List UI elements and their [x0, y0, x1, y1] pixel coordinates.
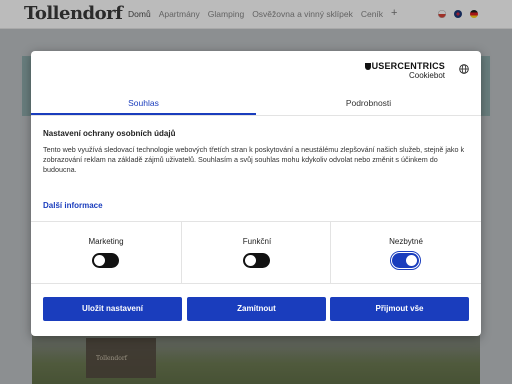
- globe-icon[interactable]: [459, 64, 469, 74]
- category-label: Nezbytné: [389, 237, 423, 246]
- brand-subtitle: Cookiebot: [408, 71, 445, 80]
- usercentrics-shield-icon: [364, 63, 371, 70]
- reject-button[interactable]: Zamítnout: [187, 297, 326, 321]
- privacy-description: Tento web využívá sledovací technologie …: [43, 145, 465, 174]
- toggle-knob: [245, 255, 256, 266]
- category-label: Marketing: [88, 237, 124, 246]
- category-necessary: Nezbytné: [331, 222, 481, 283]
- toggle-knob: [94, 255, 105, 266]
- functional-toggle[interactable]: [243, 253, 270, 268]
- category-functional: Funkční: [181, 222, 331, 283]
- category-label: Funkční: [242, 237, 272, 246]
- brand-name: USERCENTRICS: [371, 61, 445, 71]
- cookie-consent-dialog: USERCENTRICS Cookiebot Souhlas Podrobnos…: [31, 51, 481, 336]
- more-info-link[interactable]: Další informace: [43, 201, 103, 210]
- privacy-settings-title: Nastavení ochrany osobních údajů: [43, 129, 176, 138]
- accept-all-button[interactable]: Přijmout vše: [330, 297, 469, 321]
- tab-details[interactable]: Podrobnosti: [256, 91, 481, 115]
- category-marketing: Marketing: [31, 222, 181, 283]
- cookiebot-brand: USERCENTRICS Cookiebot: [364, 61, 445, 80]
- marketing-toggle[interactable]: [92, 253, 119, 268]
- save-settings-button[interactable]: Uložit nastavení: [43, 297, 182, 321]
- necessary-toggle[interactable]: [390, 251, 421, 270]
- toggle-knob: [406, 255, 417, 266]
- consent-tabs: Souhlas Podrobnosti: [31, 91, 481, 116]
- tab-consent[interactable]: Souhlas: [31, 91, 256, 115]
- consent-categories: Marketing Funkční Nezbytné: [31, 221, 481, 284]
